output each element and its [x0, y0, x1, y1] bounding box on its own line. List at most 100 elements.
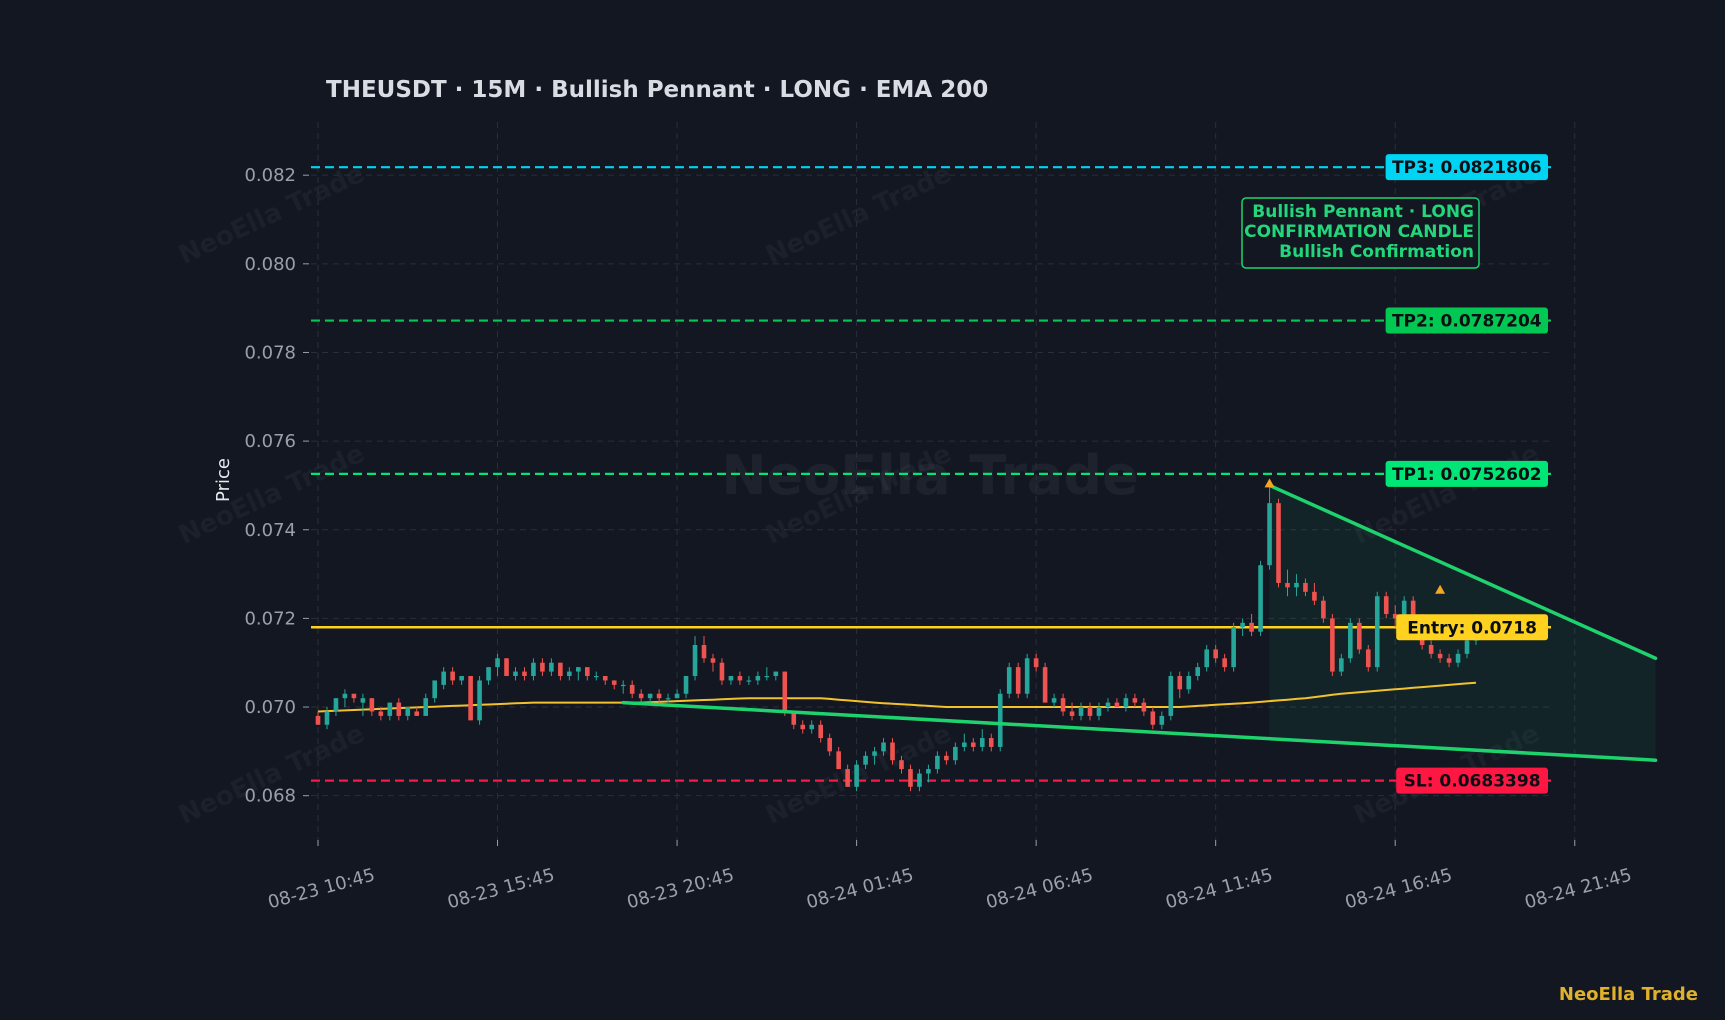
- candle-body: [1294, 582, 1299, 588]
- candle-body: [629, 684, 635, 694]
- candle-body: [1105, 702, 1111, 708]
- candle-body: [1168, 676, 1174, 716]
- candle-body: [782, 671, 788, 712]
- candle-body: [540, 662, 545, 672]
- candle-body: [1240, 622, 1245, 628]
- candle-body: [1330, 618, 1335, 672]
- candle-body: [1303, 582, 1308, 592]
- candle-body: [962, 742, 967, 747]
- candle-body: [836, 751, 841, 770]
- candle-body: [1123, 698, 1129, 708]
- y-tick-label: 0.082: [244, 165, 296, 186]
- candle-body: [468, 676, 473, 721]
- candle-body: [1132, 698, 1138, 703]
- candle-body: [1204, 649, 1209, 668]
- candle-body: [315, 715, 321, 725]
- candle-body: [755, 676, 761, 681]
- candle-body: [387, 702, 393, 716]
- candle-body: [504, 658, 509, 677]
- candle-body: [396, 702, 402, 716]
- y-tick-label: 0.070: [244, 697, 296, 718]
- candle-body: [1006, 667, 1012, 694]
- candlestick-chart: THEUSDT · 15M · Bullish Pennant · LONG ·…: [0, 0, 1725, 1020]
- candle-body: [665, 698, 671, 700]
- candle-body: [656, 693, 662, 699]
- candle-body: [908, 769, 913, 787]
- brand-label: NeoElla Trade: [1559, 984, 1698, 1005]
- candle-body: [872, 751, 877, 756]
- candle-body: [979, 738, 985, 747]
- candle-body: [1312, 591, 1317, 601]
- candle-body: [333, 698, 339, 712]
- candle-body: [1141, 702, 1147, 712]
- candle-body: [854, 764, 859, 787]
- candle-body: [997, 693, 1003, 747]
- candle-body: [450, 671, 455, 681]
- candle-body: [1042, 667, 1048, 703]
- y-axis-label: Price: [213, 458, 234, 502]
- candle-body: [324, 711, 330, 725]
- candle-body: [1357, 622, 1362, 650]
- candle-body: [1231, 627, 1236, 668]
- candle-body: [1267, 503, 1272, 566]
- candle-body: [701, 644, 707, 659]
- candle-body: [1428, 644, 1434, 654]
- y-tick-label: 0.078: [244, 342, 296, 363]
- annotation-line-3: Bullish Confirmation: [1279, 242, 1474, 262]
- candle-body: [1455, 653, 1461, 663]
- candle-body: [602, 676, 608, 681]
- candle-body: [935, 755, 940, 770]
- level-label-tp3: TP3: 0.0821806: [1392, 158, 1542, 178]
- candle-body: [1060, 698, 1066, 712]
- candle-body: [1069, 711, 1075, 716]
- candle-body: [1285, 582, 1290, 588]
- candle-body: [953, 746, 958, 761]
- candle-body: [1437, 653, 1443, 659]
- candle-body: [351, 693, 357, 699]
- candle-body: [827, 738, 832, 752]
- candle-body: [1024, 658, 1030, 694]
- candle-body: [1249, 622, 1254, 632]
- candle-body: [1222, 658, 1227, 668]
- y-tick-label: 0.076: [244, 431, 296, 452]
- candle-body: [378, 711, 384, 716]
- candle-body: [692, 644, 698, 677]
- candle-body: [423, 698, 429, 716]
- y-tick-label: 0.068: [244, 786, 296, 807]
- candle-body: [432, 680, 437, 699]
- candle-body: [719, 662, 725, 681]
- candle-body: [1186, 676, 1192, 690]
- candle-body: [405, 707, 411, 716]
- candle-body: [1339, 658, 1344, 672]
- y-tick-label: 0.080: [244, 254, 296, 275]
- annotation-line-2: CONFIRMATION CANDLE: [1244, 222, 1474, 242]
- candle-body: [1015, 667, 1021, 694]
- candle-body: [558, 662, 563, 677]
- candle-body: [1383, 596, 1389, 614]
- candle-body: [1096, 707, 1102, 716]
- candle-body: [1150, 711, 1156, 725]
- candle-body: [773, 671, 779, 677]
- candle-body: [513, 671, 518, 677]
- candle-body: [1348, 622, 1353, 659]
- candle-body: [495, 658, 500, 668]
- candle-body: [1087, 707, 1093, 716]
- candle-body: [620, 684, 626, 687]
- candle-body: [926, 769, 931, 774]
- candle-body: [647, 693, 653, 699]
- candle-body: [818, 724, 823, 739]
- y-tick-label: 0.074: [244, 520, 296, 541]
- candle-body: [1374, 596, 1380, 668]
- candle-body: [1276, 503, 1281, 583]
- candle-body: [674, 693, 680, 699]
- y-tick-label: 0.072: [244, 608, 296, 629]
- candle-body: [944, 755, 949, 761]
- candle-body: [567, 671, 572, 677]
- candle-body: [764, 676, 770, 678]
- candle-body: [1365, 649, 1371, 668]
- candle-body: [1446, 658, 1452, 663]
- candle-body: [863, 755, 868, 765]
- candle-body: [737, 676, 743, 681]
- candle-body: [800, 724, 806, 730]
- candle-body: [881, 742, 886, 752]
